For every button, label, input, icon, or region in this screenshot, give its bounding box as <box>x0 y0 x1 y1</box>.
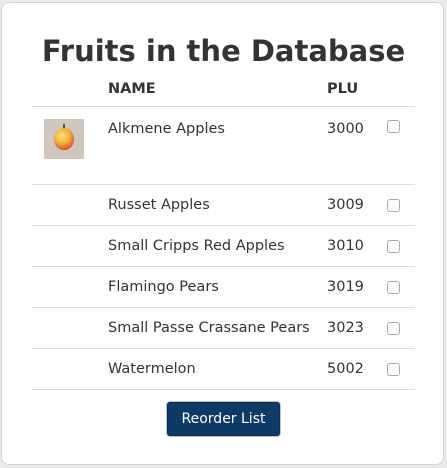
image-cell <box>32 225 108 267</box>
table-row: Alkmene Apples 3000 <box>32 106 415 185</box>
select-checkbox[interactable] <box>387 198 400 212</box>
image-cell <box>32 106 108 185</box>
fruit-name: Small Passe Crassane Pears <box>108 307 327 349</box>
select-cell <box>387 307 415 349</box>
fruit-plu: 3023 <box>327 307 387 349</box>
select-cell <box>387 184 415 226</box>
select-cell <box>387 225 415 267</box>
fruit-plu: 3019 <box>327 266 387 308</box>
select-cell <box>387 106 415 185</box>
header-select-col <box>387 72 415 107</box>
select-cell <box>387 348 415 390</box>
apple-icon <box>54 128 74 150</box>
fruit-name: Small Cripps Red Apples <box>108 225 327 267</box>
apple-image <box>44 119 84 159</box>
table-header-row: NAME PLU <box>32 72 415 107</box>
fruit-name: Russet Apples <box>108 184 327 226</box>
fruit-name: Watermelon <box>108 348 327 390</box>
fruit-plu: 3010 <box>327 225 387 267</box>
fruit-plu: 3000 <box>327 106 387 185</box>
select-checkbox[interactable] <box>387 321 400 335</box>
image-cell <box>32 348 108 390</box>
select-checkbox[interactable] <box>387 120 400 133</box>
table-row: Small Cripps Red Apples 3010 <box>32 225 415 267</box>
fruits-table: NAME PLU Alkmene Apples 3000 Russet Appl… <box>32 72 415 390</box>
table-row: Small Passe Crassane Pears 3023 <box>32 307 415 349</box>
header-image-col <box>32 72 108 107</box>
page-title: Fruits in the Database <box>41 34 406 68</box>
image-cell <box>32 184 108 226</box>
image-cell <box>32 266 108 308</box>
select-checkbox[interactable] <box>387 362 400 376</box>
table-row: Watermelon 5002 <box>32 348 415 390</box>
table-row: Russet Apples 3009 <box>32 184 415 226</box>
select-checkbox[interactable] <box>387 280 400 294</box>
fruit-name: Flamingo Pears <box>108 266 327 308</box>
header-name: NAME <box>108 72 327 107</box>
image-cell <box>32 307 108 349</box>
fruit-name: Alkmene Apples <box>108 106 327 185</box>
select-checkbox[interactable] <box>387 239 400 253</box>
select-cell <box>387 266 415 308</box>
reorder-list-button[interactable]: Reorder List <box>167 402 280 436</box>
table-row: Flamingo Pears 3019 <box>32 266 415 308</box>
fruit-plu: 5002 <box>327 348 387 390</box>
header-plu: PLU <box>327 72 387 107</box>
fruit-plu: 3009 <box>327 184 387 226</box>
